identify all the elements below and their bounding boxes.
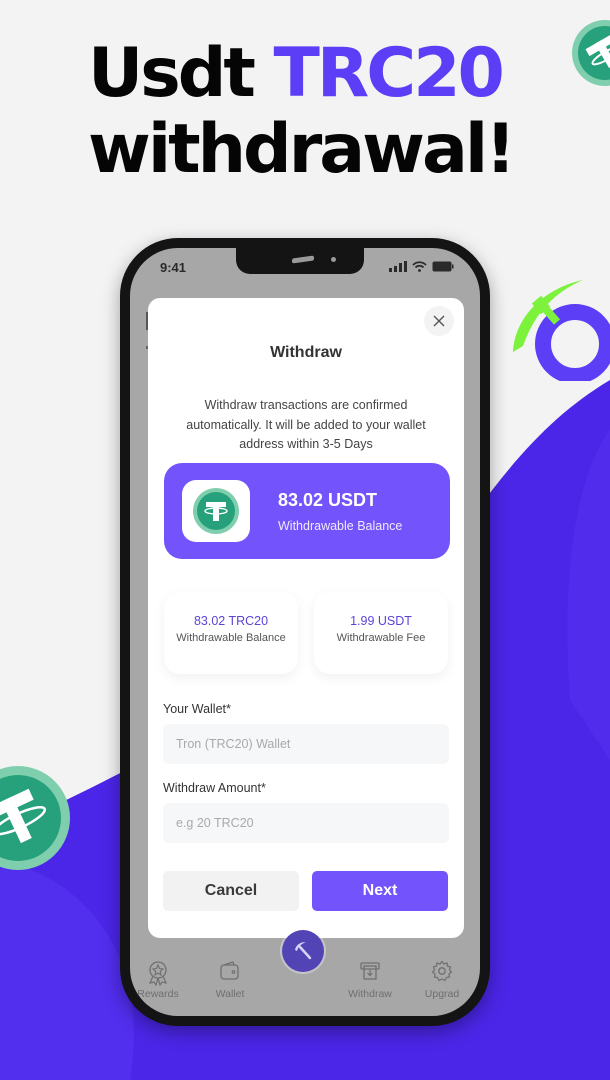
nav-item-upgrade[interactable]: Upgrad [410,960,474,1000]
info-card-value: 83.02 TRC20 [193,614,269,628]
balance-label: Withdrawable Balance [278,519,403,533]
info-card-label: Withdrawable Fee [336,632,426,644]
modal-title: Withdraw [270,344,342,361]
wallet-input[interactable] [163,724,449,764]
phone-frame: 9:41 Withdraw Withdraw transactions are … [120,238,490,1026]
headline-line-1: Usdt TRC20 [88,36,513,112]
wallet-icon [220,961,239,980]
pickaxe-ring-icon [513,280,610,381]
withdraw-icon [360,962,380,980]
nav-label: Rewards [137,988,179,1000]
info-card-balance: 83.02 TRC20 Withdrawable Balance [164,592,298,674]
headline-line-2: withdrawal! [88,110,516,189]
close-icon [433,315,445,327]
nav-label: Wallet [215,988,245,1000]
info-card-fee: 1.99 USDT Withdrawable Fee [314,592,448,674]
wallet-label: Your Wallet* [163,702,231,716]
camera [331,257,336,262]
headline-prefix: Usdt [88,34,274,113]
withdraw-modal: Withdraw Withdraw transactions are confi… [148,298,464,938]
tether-coin-icon [0,766,70,870]
modal-description: Withdraw transactions are confirmed auto… [186,398,426,451]
nav-label: Withdraw [348,988,392,1000]
tether-icon [193,488,239,534]
phone-screen: 9:41 Withdraw Withdraw transactions are … [130,248,480,1016]
info-card-label: Withdrawable Balance [176,632,286,644]
nav-label: Upgrad [424,988,460,1000]
next-button[interactable]: Next [312,871,448,911]
amount-label: Withdraw Amount* [163,781,266,795]
wifi-icon [412,261,427,272]
battery-icon [432,261,454,272]
signal-icon [389,261,407,272]
phone-notch [236,248,364,274]
nav-item-wallet[interactable]: Wallet [198,960,262,1000]
award-icon [148,961,168,986]
mine-button[interactable] [282,930,324,972]
pickaxe-icon [295,942,312,960]
balance-amount: 83.02 USDT [278,490,378,510]
headline-accent: TRC20 [273,34,505,113]
cancel-button[interactable]: Cancel [163,871,299,911]
nav-item-withdraw[interactable]: Withdraw [338,960,402,1000]
info-card-value: 1.99 USDT [350,614,412,628]
headline: Usdt TRC20 withdrawal! [88,36,516,189]
status-icons [389,261,454,272]
speaker [292,255,314,264]
amount-input[interactable] [163,803,449,843]
coin-box [182,480,250,542]
status-time: 9:41 [160,260,187,275]
gear-icon [431,960,453,982]
tether-coin-icon [572,20,610,86]
balance-card: 83.02 USDT Withdrawable Balance [164,463,450,559]
close-button[interactable] [424,306,454,336]
nav-item-rewards[interactable]: Rewards [130,960,190,1000]
